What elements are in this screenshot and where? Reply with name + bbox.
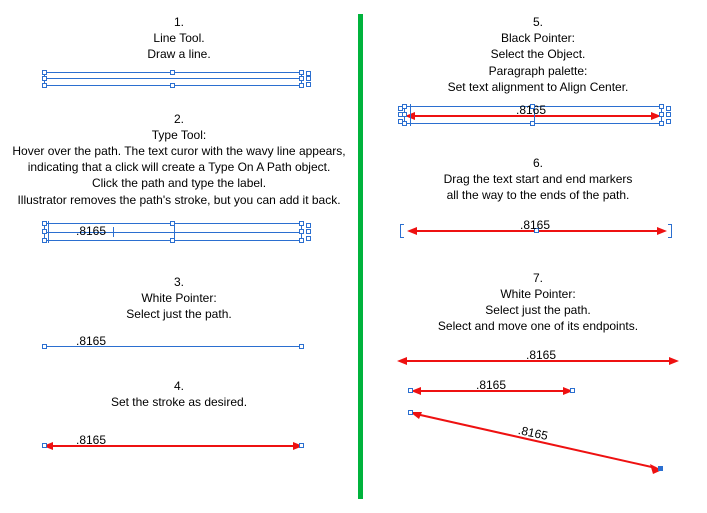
- dim-label: .8165: [520, 218, 550, 232]
- dim-label-long: .8165: [526, 348, 556, 362]
- text-start-marker: [410, 104, 411, 126]
- dim-label: .8165: [76, 433, 106, 447]
- step-3-illustration: .8165: [44, 332, 314, 352]
- step-1: 1. Line Tool. Draw a line.: [0, 14, 358, 63]
- dim-label-short: .8165: [476, 378, 506, 392]
- text-start-marker: [400, 224, 404, 238]
- step-4-num: 4.: [0, 378, 358, 394]
- step-3-body: Select just the path.: [0, 306, 358, 322]
- anchor-right: [299, 443, 304, 448]
- step-3-num: 3.: [0, 274, 358, 290]
- step-2-l4: Illustrator removes the path's stroke, b…: [0, 192, 358, 208]
- step-7-l1: Select just the path.: [370, 302, 706, 318]
- step-5-l3: Set text alignment to Align Center.: [370, 79, 706, 95]
- right-column: 5. Black Pointer: Select the Object. Par…: [370, 0, 706, 478]
- step-6: 6. Drag the text start and end markers a…: [370, 155, 706, 204]
- step-6-l2: all the way to the ends of the path.: [370, 187, 706, 203]
- step-3: 3. White Pointer: Select just the path.: [0, 274, 358, 323]
- step-7-title: White Pointer:: [370, 286, 706, 302]
- anchor-diag-right: [658, 466, 663, 471]
- left-column: 1. Line Tool. Draw a line. 2. Type Tool:…: [0, 0, 358, 453]
- dim-label: .8165: [76, 224, 106, 238]
- anchor-right: [299, 344, 304, 349]
- step-5-illustration: .8165: [398, 103, 678, 131]
- anchor-left: [42, 344, 47, 349]
- step-5-title: Black Pointer:: [370, 30, 706, 46]
- step-5-num: 5.: [370, 14, 706, 30]
- column-divider: [358, 14, 363, 499]
- step-5-l1: Select the Object.: [370, 46, 706, 62]
- text-caret: [113, 227, 114, 237]
- step-1-illustration: [44, 69, 314, 93]
- step-7-l2: Select and move one of its endpoints.: [370, 318, 706, 334]
- step-2-l3: Click the path and type the label.: [0, 175, 358, 191]
- step-5: 5. Black Pointer: Select the Object. Par…: [370, 14, 706, 95]
- anchor-diag-left: [408, 410, 413, 415]
- dimension-line-diagonal: [410, 408, 670, 478]
- step-1-num: 1.: [0, 14, 358, 30]
- arrowhead-left-icon: [397, 357, 407, 365]
- step-6-num: 6.: [370, 155, 706, 171]
- line-path: [44, 78, 302, 79]
- step-1-title: Line Tool.: [0, 30, 358, 46]
- page: 1. Line Tool. Draw a line. 2. Type Tool:…: [0, 0, 707, 513]
- step-7-illustration: .8165 .8165 .8165: [388, 348, 688, 478]
- text-end-marker: [668, 224, 672, 238]
- step-1-body: Draw a line.: [0, 46, 358, 62]
- anchor-right: [570, 388, 575, 393]
- step-5-l2: Paragraph palette:: [370, 63, 706, 79]
- step-6-illustration: .8165: [398, 216, 678, 240]
- step-2: 2. Type Tool: Hover over the path. The t…: [0, 111, 358, 208]
- step-2-title: Type Tool:: [0, 127, 358, 143]
- step-3-title: White Pointer:: [0, 290, 358, 306]
- step-2-l2: indicating that a click will create a Ty…: [0, 159, 358, 175]
- step-4-body: Set the stroke as desired.: [0, 394, 358, 410]
- anchor-left: [408, 388, 413, 393]
- dim-label: .8165: [76, 334, 106, 348]
- step-2-num: 2.: [0, 111, 358, 127]
- text-start-marker: [48, 221, 49, 243]
- arrowhead-right-icon: [657, 227, 667, 235]
- arrowhead-left-icon: [407, 227, 417, 235]
- step-4-illustration: .8165: [44, 431, 314, 453]
- step-2-l1: Hover over the path. The text curor with…: [0, 143, 358, 159]
- step-6-l1: Drag the text start and end markers: [370, 171, 706, 187]
- step-7-num: 7.: [370, 270, 706, 286]
- step-4: 4. Set the stroke as desired.: [0, 378, 358, 410]
- anchor-left: [42, 443, 47, 448]
- step-2-illustration: .8165: [44, 220, 314, 250]
- arrowhead-right-icon: [669, 357, 679, 365]
- step-7: 7. White Pointer: Select just the path. …: [370, 270, 706, 335]
